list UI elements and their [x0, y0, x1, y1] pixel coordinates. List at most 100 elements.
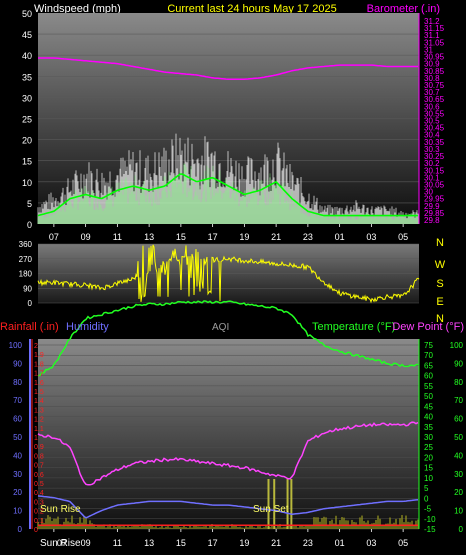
compass-letter: N: [436, 237, 444, 249]
wind-xtick-label: 23: [303, 232, 313, 242]
direction-ytick-label: 180: [19, 270, 33, 279]
dew-ytick-label: 40: [454, 451, 463, 460]
dewpoint-label: Dew Point (°F): [392, 321, 464, 333]
direction-ytick-label: 270: [19, 255, 33, 264]
wind-ytick-label: 15: [22, 157, 32, 167]
rain-ytick-label: 0.8: [34, 453, 44, 460]
bottom-xtick-label: 15: [176, 538, 186, 548]
bottom-xtick-label: 09: [81, 538, 91, 548]
rain-ytick-label: 1.9: [34, 352, 44, 359]
humidity-ytick-label: 70: [13, 396, 22, 405]
rain-ytick-label: 1.2: [34, 417, 44, 424]
wind-xtick-label: 07: [49, 232, 59, 242]
rain-ytick-label: 1.6: [34, 380, 44, 387]
wind-ytick-label: 35: [22, 72, 32, 82]
wind-ytick-label: 5: [27, 199, 32, 209]
temp-ytick-label: 75: [424, 341, 433, 350]
dew-ytick-label: 90: [454, 359, 463, 368]
temp-ytick-label: 20: [424, 453, 433, 462]
wind-ytick-label: 10: [22, 178, 32, 188]
temp-ytick-label: 25: [424, 443, 433, 452]
rain-ytick-label: 1: [34, 435, 38, 442]
rainfall-label: Rainfall (.in): [0, 321, 59, 333]
bottom-xtick-label: 05: [398, 538, 408, 548]
dew-ytick-label: 80: [454, 378, 463, 387]
humidity-ytick-label: 90: [13, 359, 22, 368]
aqi-label: AQI: [212, 322, 229, 333]
wind-ytick-label: 20: [22, 136, 32, 146]
wind-xtick-label: 09: [81, 232, 91, 242]
dew-ytick-label: 10: [454, 507, 463, 516]
rain-ytick-label: 1.8: [34, 361, 44, 368]
humidity-ytick-label: 80: [13, 378, 22, 387]
direction-ytick-label: 90: [23, 284, 32, 293]
barometer-ytick-label: 31.2: [424, 17, 440, 26]
rain-ytick-label: 1.4: [34, 398, 44, 405]
direction-ytick-label: 0: [28, 299, 33, 308]
wind-xtick-label: 15: [176, 232, 186, 242]
wind-xtick-label: 03: [366, 232, 376, 242]
humidity-ytick-label: 50: [13, 433, 22, 442]
humidity-ytick-label: 100: [9, 341, 23, 350]
bottom-xtick-label: 17: [208, 538, 218, 548]
rain-ytick-label: 0.9: [34, 444, 44, 451]
temp-ytick-label: 70: [424, 351, 433, 360]
wind-xtick-label: 17: [208, 232, 218, 242]
dew-ytick-label: 60: [454, 415, 463, 424]
rain-ytick-label: 1.3: [34, 407, 44, 414]
rain-ytick-label: 1.7: [34, 371, 44, 378]
wind-xtick-label: 19: [239, 232, 249, 242]
dew-ytick-label: 50: [454, 433, 463, 442]
temp-ytick-label: -15: [424, 525, 436, 534]
rain-ytick-label: 0.4: [34, 490, 44, 497]
temp-ytick-label: 35: [424, 423, 433, 432]
humidity-ytick-label: 40: [13, 451, 22, 460]
compass-letter: W: [435, 259, 446, 271]
bottom-xtick-label: 01: [335, 538, 345, 548]
temp-ytick-label: 5: [424, 484, 429, 493]
bottom-xtick-label: 19: [239, 538, 249, 548]
rain-ytick-label: 2: [34, 343, 38, 350]
dew-ytick-label: 100: [450, 341, 464, 350]
wind-ytick-label: 0: [27, 220, 32, 230]
temp-ytick-label: 45: [424, 402, 433, 411]
humidity-ytick-label: 60: [13, 415, 22, 424]
bottom-xtick-label: 21: [271, 538, 281, 548]
wind-ytick-label: 25: [22, 115, 32, 125]
temp-ytick-label: 10: [424, 474, 433, 483]
wind-xtick-label: 05: [398, 232, 408, 242]
temp-ytick-label: 15: [424, 464, 433, 473]
wind-ytick-label: 30: [22, 93, 32, 103]
rain-ytick-label: 0.7: [34, 463, 44, 470]
humidity-ytick-label: 30: [13, 470, 22, 479]
bottom-xtick-label: 03: [366, 538, 376, 548]
humidity-ytick-label: 0: [18, 525, 23, 534]
temp-ytick-label: 55: [424, 382, 433, 391]
dew-ytick-label: 30: [454, 470, 463, 479]
rain-ytick-label: 0.6: [34, 472, 44, 479]
rain-ytick-label: 1.5: [34, 389, 44, 396]
panel-temperature: [38, 339, 419, 529]
wind-xtick-label: 13: [144, 232, 154, 242]
dew-ytick-label: 20: [454, 488, 463, 497]
bottom-xtick-label: 13: [144, 538, 154, 548]
temperature-label: Temperature (°F): [312, 321, 395, 333]
rain-ytick-label: 0.5: [34, 481, 44, 488]
sunset-annotation: Sun Set: [253, 504, 289, 515]
bottom-xtick-label: 11: [113, 538, 122, 548]
wind-xtick-label: 11: [113, 232, 122, 242]
sunrise-axis-label: Sun Rise: [40, 538, 81, 549]
wind-ytick-label: 50: [22, 9, 32, 19]
compass-letter: S: [436, 278, 443, 290]
temp-ytick-label: 30: [424, 433, 433, 442]
compass-letter: E: [436, 296, 443, 308]
direction-ytick-label: 360: [19, 240, 33, 249]
temp-ytick-label: -5: [424, 505, 432, 514]
wind-xtick-label: 01: [335, 232, 345, 242]
rain-ytick-label: 0.1: [34, 518, 44, 525]
temp-ytick-label: -10: [424, 515, 436, 524]
humidity-ytick-label: 10: [13, 507, 22, 516]
wind-xtick-label: 21: [271, 232, 281, 242]
temp-ytick-label: 50: [424, 392, 433, 401]
weather-chart: Windspeed (mph) Current last 24 hours Ma…: [0, 3, 464, 549]
